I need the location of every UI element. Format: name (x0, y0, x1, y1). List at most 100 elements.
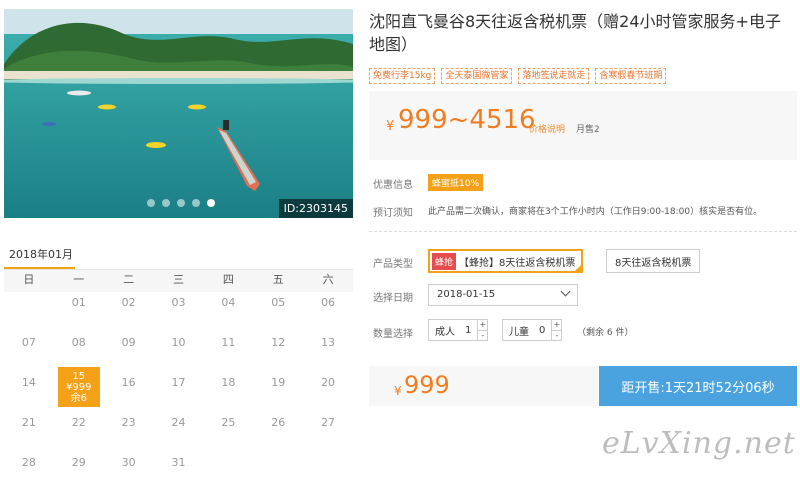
calendar-day[interactable]: 13 (303, 332, 353, 372)
calendar-day[interactable]: 18 (203, 372, 253, 412)
calendar-day (303, 452, 353, 479)
calendar-day-number: 16 (121, 376, 136, 389)
calendar-day-selected[interactable]: 15 ¥999 余6 (57, 367, 100, 407)
calendar-day[interactable]: 14 (4, 372, 54, 412)
calendar-day-number: 24 (171, 416, 186, 429)
calendar-day[interactable]: 05 (253, 292, 303, 332)
watermark: eLvXing.net (602, 426, 796, 461)
calendar-day[interactable]: 01 (54, 292, 104, 332)
price-panel: ¥ 999~4516 价格说明 月售2 (369, 91, 797, 160)
calendar-day[interactable]: 16 (104, 372, 154, 412)
calendar-day[interactable]: 04 (203, 292, 253, 332)
decrement-button[interactable]: - (552, 330, 562, 340)
weekday-label: 三 (172, 273, 184, 286)
calendar-day[interactable]: 02 (104, 292, 154, 332)
calendar-day[interactable]: 31 (154, 452, 204, 479)
calendar-day-number: 28 (21, 456, 36, 469)
calendar-day-number: 06 (321, 296, 336, 309)
calendar-day-number: 09 (121, 336, 136, 349)
notice-text: 此产品需二次确认，商家将在3个工作小时内（工作日9:00-18:00）核实是否有… (428, 207, 763, 217)
carousel-dot[interactable] (147, 199, 155, 207)
weekday-label: 一 (73, 273, 85, 286)
calendar-day-price: ¥999 (66, 382, 92, 393)
calendar-day[interactable]: 30 (104, 452, 154, 479)
product-type-option[interactable]: 8天往返含税机票 (606, 249, 701, 273)
calendar-day[interactable]: 26 (253, 412, 303, 452)
child-quantity-stepper[interactable]: 儿童 0 + - (502, 319, 563, 341)
calendar-day-number: 29 (71, 456, 86, 469)
increment-button[interactable]: + (552, 320, 561, 330)
calendar-day[interactable]: 17 (154, 372, 204, 412)
stepper-buttons: + - (477, 320, 488, 340)
calendar-day[interactable]: 27 (303, 412, 353, 452)
calendar-day-number: 17 (171, 376, 186, 389)
product-tag: 落地签说走就走 (518, 68, 590, 84)
flash-sale-badge: 蜂抢 (432, 252, 457, 270)
price-explain-link[interactable]: 价格说明 (529, 122, 565, 135)
product-tag: 含寒假春节班期 (595, 68, 667, 84)
carousel-dot-active[interactable] (207, 199, 215, 207)
calendar-day[interactable]: 09 (104, 332, 154, 372)
carousel-dot[interactable] (177, 199, 185, 207)
increment-button[interactable]: + (478, 320, 487, 330)
product-tag: 全天泰国微管家 (441, 68, 513, 84)
calendar-day[interactable]: 20 (303, 372, 353, 412)
child-label: 儿童 (509, 326, 529, 338)
calendar-day-number: 23 (121, 416, 136, 429)
calendar-day[interactable]: 22 (54, 412, 104, 452)
calendar-day[interactable]: 25 (203, 412, 253, 452)
adult-quantity-stepper[interactable]: 成人 1 + - (428, 319, 489, 341)
qty-label: 数量选择 (373, 329, 413, 340)
calendar-day-number: 11 (221, 336, 236, 349)
calendar-weekday-header: 日 一 二 三 四 五 六 (4, 270, 353, 292)
carousel-dot[interactable] (162, 199, 170, 207)
calendar-day-number: 21 (21, 416, 36, 429)
calendar-day-number: 22 (71, 416, 86, 429)
weekday-label: 六 (322, 273, 334, 286)
calendar-day[interactable]: 23 (104, 412, 154, 452)
calendar-day-number: 14 (21, 376, 36, 389)
calendar-day[interactable]: 24 (154, 412, 204, 452)
purchase-price: 999 (404, 371, 450, 399)
calendar-day[interactable]: 03 (154, 292, 204, 332)
calendar-day[interactable]: 11 (203, 332, 253, 372)
child-value[interactable]: 0 (533, 325, 551, 336)
calendar-day[interactable]: 06 (303, 292, 353, 332)
promo-label: 优惠信息 (373, 180, 413, 191)
calendar-day-number: 12 (271, 336, 286, 349)
sale-countdown-button[interactable]: 距开售:1天21时52分06秒 (599, 366, 797, 406)
purchase-currency: ¥ (394, 384, 402, 398)
stepper-buttons: + - (551, 320, 562, 340)
type-label: 产品类型 (373, 259, 413, 270)
calendar-day[interactable]: 21 (4, 412, 54, 452)
calendar-day-number: 15 (72, 371, 86, 382)
weekday-label: 五 (272, 273, 284, 286)
calendar-day-number: 03 (171, 296, 186, 309)
calendar-day[interactable]: 19 (253, 372, 303, 412)
remaining-stock: （剩余 6 件） (577, 328, 634, 338)
date-label: 选择日期 (373, 293, 413, 304)
calendar-day-number: 27 (321, 416, 336, 429)
calendar-day[interactable]: 10 (154, 332, 204, 372)
calendar-day (4, 292, 54, 332)
calendar-day-number: 18 (221, 376, 236, 389)
calendar-month-tab[interactable]: 2018年01月 (4, 246, 75, 270)
carousel-dot[interactable] (192, 199, 200, 207)
product-type-option-selected[interactable]: 蜂抢 【蜂抢】8天往返含税机票 (428, 249, 584, 273)
calendar-day[interactable]: 07 (4, 332, 54, 372)
date-select[interactable]: 2018-01-15 (428, 284, 578, 306)
calendar-day[interactable]: 08 (54, 332, 104, 372)
weekday-label: 四 (222, 273, 234, 286)
chevron-down-icon (560, 286, 571, 297)
calendar-day-number: 04 (221, 296, 236, 309)
adult-value[interactable]: 1 (459, 325, 477, 336)
product-title: 沈阳直飞曼谷8天往返含税机票（赠24小时管家服务+电子地图） (369, 12, 781, 54)
calendar-day[interactable]: 12 (253, 332, 303, 372)
purchase-price-bar: ¥ 999 (369, 366, 598, 406)
calendar-day (203, 452, 253, 479)
calendar-day[interactable]: 29 (54, 452, 104, 479)
decrement-button[interactable]: - (478, 330, 488, 340)
product-photo[interactable]: ID:2303145 (4, 9, 353, 218)
calendar-day[interactable]: 28 (4, 452, 54, 479)
notice-label: 预订须知 (373, 208, 413, 219)
